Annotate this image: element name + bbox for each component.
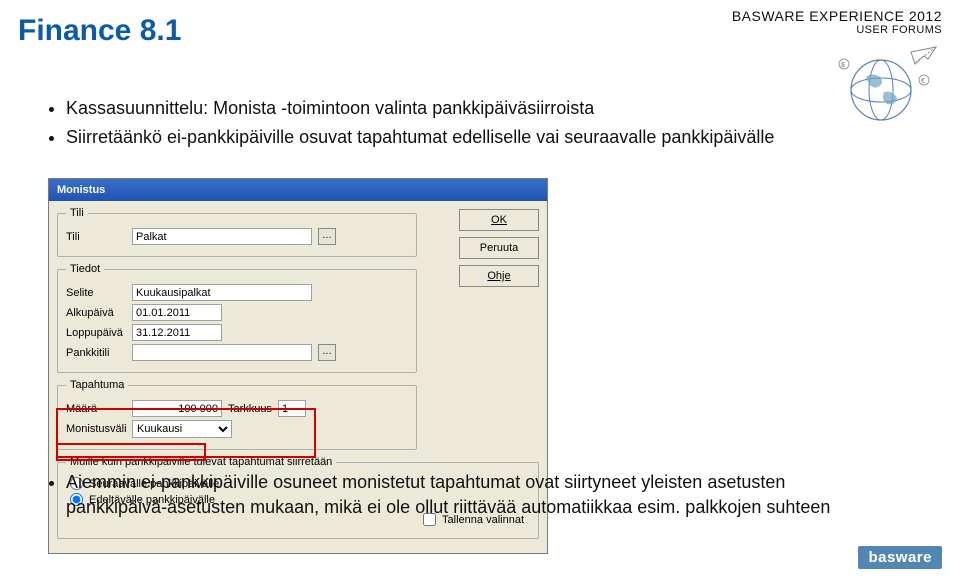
- brand-line1: BASWARE EXPERIENCE 2012: [732, 8, 942, 24]
- svg-text:€: €: [921, 78, 925, 85]
- label-tarkkuus: Tarkkuus: [228, 403, 272, 415]
- bullet-item: Kassasuunnittelu: Monista -toimintoon va…: [66, 95, 774, 121]
- cancel-button[interactable]: Peruuta: [459, 237, 539, 259]
- dialog-titlebar: Monistus: [49, 179, 547, 201]
- bullet-list-bottom: Aiemmin ei-pankkipäiville osuneet monist…: [48, 470, 868, 520]
- ok-button[interactable]: OK: [459, 209, 539, 231]
- label-alkupaiva: Alkupäivä: [66, 307, 126, 319]
- fieldset-tili: Tili Tili …: [57, 207, 417, 257]
- brand-line2: USER FORUMS: [732, 24, 942, 36]
- legend-tiedot: Tiedot: [66, 263, 104, 275]
- svg-text:$: $: [841, 62, 845, 69]
- label-pankkitili: Pankkitili: [66, 347, 126, 359]
- label-selite: Selite: [66, 287, 126, 299]
- legend-siirto: Muille kuin pankkipäiville tulevat tapah…: [66, 456, 336, 468]
- monistusvali-select[interactable]: Kuukausi: [132, 420, 232, 438]
- label-tili: Tili: [66, 231, 126, 243]
- basware-logo: basware: [858, 546, 942, 569]
- dialog-side-buttons: OK Peruuta Ohje: [459, 209, 539, 287]
- help-button[interactable]: Ohje: [459, 265, 539, 287]
- dialog-title: Monistus: [57, 184, 105, 196]
- bullet-item: Aiemmin ei-pankkipäiville osuneet monist…: [66, 470, 868, 520]
- tarkkuus-input[interactable]: [278, 400, 306, 417]
- loppupaiva-input[interactable]: [132, 324, 222, 341]
- pankkitili-input[interactable]: [132, 344, 312, 361]
- maara-input[interactable]: [132, 400, 222, 417]
- legend-tapahtuma: Tapahtuma: [66, 379, 128, 391]
- selite-input[interactable]: [132, 284, 312, 301]
- browse-button[interactable]: …: [318, 344, 336, 361]
- label-loppupaiva: Loppupäivä: [66, 327, 126, 339]
- legend-tili: Tili: [66, 207, 88, 219]
- bullet-list-top: Kassasuunnittelu: Monista -toimintoon va…: [48, 95, 774, 153]
- alkupaiva-input[interactable]: [132, 304, 222, 321]
- label-maara: Määrä: [66, 403, 126, 415]
- fieldset-tapahtuma: Tapahtuma Määrä Tarkkuus Monistusväli Ku…: [57, 379, 417, 450]
- header-brand: BASWARE EXPERIENCE 2012 USER FORUMS: [732, 8, 942, 36]
- bullet-item: Siirretäänkö ei-pankkipäiville osuvat ta…: [66, 124, 774, 150]
- page-title: Finance 8.1: [18, 14, 181, 48]
- browse-button[interactable]: …: [318, 228, 336, 245]
- fieldset-tiedot: Tiedot Selite Alkupäivä Loppupäivä Pankk…: [57, 263, 417, 373]
- label-monistusvali: Monistusväli: [66, 423, 126, 435]
- tili-input[interactable]: [132, 228, 312, 245]
- globe-illustration: $ €: [826, 42, 946, 132]
